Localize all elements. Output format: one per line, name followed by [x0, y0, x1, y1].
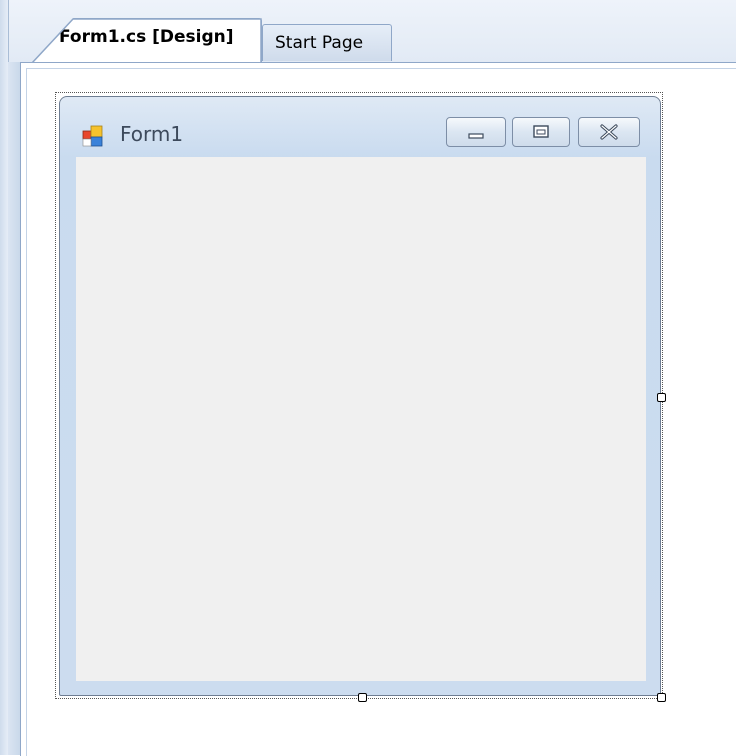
document-left-border — [8, 62, 20, 755]
form-app-icon — [82, 125, 103, 147]
close-button[interactable] — [578, 117, 640, 147]
form-titlebar[interactable]: Form1 — [60, 97, 660, 155]
resize-handle-bottom[interactable] — [358, 693, 367, 702]
minimize-button[interactable] — [446, 117, 506, 147]
form-window[interactable]: Form1 — [59, 96, 661, 696]
resize-handle-bottom-right[interactable] — [657, 693, 666, 702]
form-client-area[interactable] — [76, 157, 646, 681]
minimize-icon — [468, 133, 484, 139]
form-title: Form1 — [120, 122, 184, 146]
maximize-button[interactable] — [512, 117, 570, 147]
maximize-icon — [533, 125, 549, 138]
tab-start-page[interactable]: Start Page — [262, 24, 392, 61]
resize-handle-right[interactable] — [657, 393, 666, 402]
close-icon — [600, 124, 618, 140]
